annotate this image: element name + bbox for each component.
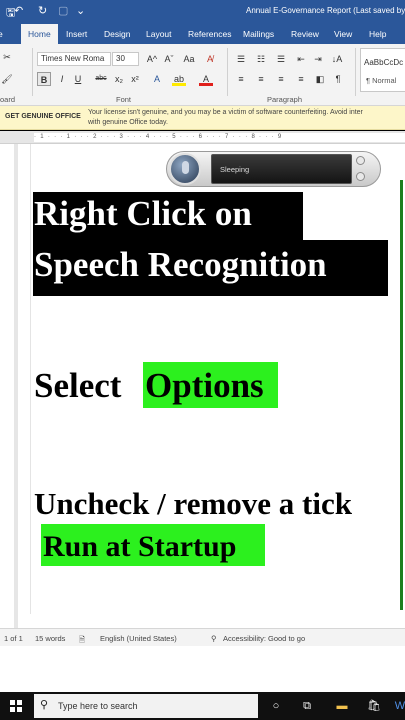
status-bar: 1 of 1 15 words 🗎 English (United States… — [0, 628, 405, 646]
show-formatting-button[interactable]: ¶ — [331, 72, 345, 86]
accessibility-status[interactable]: Accessibility: Good to go — [223, 634, 305, 643]
align-right-icon[interactable]: ≡ — [274, 72, 288, 86]
sort-button[interactable]: ↓A — [330, 52, 344, 66]
clear-formatting-icon[interactable]: A̸ — [203, 52, 217, 66]
speech-recognition-widget[interactable]: Sleeping — [166, 151, 381, 187]
touch-mode-icon[interactable]: ▢ — [58, 4, 68, 17]
font-color-button[interactable]: A — [199, 72, 213, 86]
tab-view[interactable]: View — [334, 24, 352, 44]
doc-line-select: Select — [34, 366, 122, 405]
doc-line-options: Options — [145, 366, 264, 405]
undo-icon[interactable]: ↶ — [14, 4, 23, 17]
strikethrough-button[interactable]: abc — [94, 72, 108, 86]
word-count[interactable]: 15 words — [35, 634, 65, 643]
decrease-indent-icon[interactable]: ⇤ — [294, 52, 308, 66]
multilevel-list-icon[interactable]: ☰ — [274, 52, 288, 66]
underline-button[interactable]: U — [71, 72, 85, 86]
language-status[interactable]: English (United States) — [100, 634, 177, 643]
style-normal[interactable]: ¶ Normal — [366, 76, 396, 85]
style-preview: AaBbCcDc — [364, 58, 404, 67]
document-canvas[interactable]: Right Click on Speech Recognition Select… — [0, 144, 405, 628]
search-icon: ⚲ — [40, 699, 49, 711]
italic-button[interactable]: I — [55, 72, 69, 86]
redo-icon[interactable]: ↻ — [38, 4, 47, 17]
paragraph-group-label: Paragraph — [267, 95, 303, 104]
increase-indent-icon[interactable]: ⇥ — [311, 52, 325, 66]
font-group-label: Font — [116, 95, 132, 104]
text-effects-icon[interactable]: A — [150, 72, 164, 86]
tab-help[interactable]: Help — [369, 24, 386, 44]
genuine-office-banner: GET GENUINE OFFICE Your license isn't ge… — [0, 106, 405, 130]
bold-button[interactable]: B — [37, 72, 51, 86]
file-explorer-icon[interactable]: ▬ — [334, 698, 350, 714]
customize-toolbar-icon[interactable]: ⌄ — [76, 4, 85, 17]
subscript-button[interactable]: x₂ — [112, 72, 126, 86]
font-name-select[interactable]: Times New Roma — [37, 52, 111, 66]
speech-status-panel: Sleeping — [211, 154, 352, 184]
tab-layout[interactable]: Layout — [146, 24, 172, 44]
tab-design[interactable]: Design — [104, 24, 130, 44]
horizontal-ruler[interactable]: · 1 · · · 1 · · · 2 · · · 3 · · · 4 · · … — [0, 131, 405, 144]
change-case-button[interactable]: Aa — [182, 52, 196, 66]
vertical-ruler — [14, 144, 18, 628]
cortana-icon[interactable]: ○ — [268, 698, 284, 714]
doc-line-uncheck: Uncheck / remove a tick — [34, 486, 352, 521]
doc-line-right-click: Right Click on — [34, 194, 252, 233]
microphone-icon — [182, 161, 189, 174]
windows-start-icon[interactable] — [10, 700, 22, 712]
font-size-select[interactable]: 30 — [112, 52, 139, 66]
cut-icon[interactable]: ✂ — [0, 50, 14, 64]
doc-line-run-at-startup: Run at Startup — [43, 530, 237, 563]
tab-mailings[interactable]: Mailings — [243, 24, 274, 44]
title-bar: 🖫 ↶ ↻ ▢ ⌄ Annual E-Governance Report (La… — [0, 0, 405, 24]
ruler-marks: · 1 · · · 1 · · · 2 · · · 3 · · · 4 · · … — [34, 133, 405, 142]
format-painter-icon[interactable]: 🖌 — [0, 72, 14, 86]
accessibility-icon: ⚲ — [211, 634, 217, 643]
banner-message: Your license isn't genuine, and you may … — [88, 109, 363, 126]
bullets-icon[interactable]: ☰ — [234, 52, 248, 66]
justify-icon[interactable]: ≡ — [294, 72, 308, 86]
numbering-icon[interactable]: ☷ — [254, 52, 268, 66]
tab-home[interactable]: Home — [21, 24, 58, 44]
window-title: Annual E-Governance Report (Last saved b… — [246, 6, 405, 15]
page-count[interactable]: 1 of 1 — [4, 634, 23, 643]
search-placeholder: Type here to search — [58, 701, 138, 711]
highlight-button[interactable]: ab — [172, 72, 186, 86]
task-view-icon[interactable]: ⧉ — [299, 698, 315, 714]
superscript-button[interactable]: x² — [128, 72, 142, 86]
tab-review[interactable]: Review — [291, 24, 319, 44]
tab-insert[interactable]: Insert — [66, 24, 87, 44]
banner-label: GET GENUINE OFFICE — [5, 113, 81, 120]
tab-file[interactable]: e — [0, 24, 3, 44]
taskbar: ⚲ Type here to search ○ ⧉ ▬ 🛍 W — [0, 692, 405, 720]
speech-status-text: Sleeping — [220, 165, 250, 174]
tab-references[interactable]: References — [188, 24, 231, 44]
grow-font-button[interactable]: A^ — [145, 52, 159, 66]
clipboard-group-label: oard — [0, 95, 16, 104]
taskbar-search[interactable]: ⚲ Type here to search — [34, 694, 258, 718]
doc-line-speech-recognition: Speech Recognition — [34, 245, 327, 284]
word-taskbar-icon[interactable]: W — [392, 698, 405, 714]
align-center-icon[interactable]: ≡ — [254, 72, 268, 86]
microphone-button[interactable] — [169, 153, 201, 185]
speech-minimize-icon[interactable] — [356, 172, 365, 181]
shading-icon[interactable]: ◧ — [313, 72, 327, 86]
ribbon: ✂ 🖌 Times New Roma 30 A^ Aˇ Aa A̸ B I U … — [0, 44, 405, 106]
styles-gallery[interactable]: AaBbCcDc ¶ Normal — [360, 48, 405, 92]
align-left-icon[interactable]: ≡ — [234, 72, 248, 86]
ribbon-tabs: e Home Insert Design Layout References M… — [0, 24, 405, 44]
speech-close-icon[interactable] — [356, 156, 365, 165]
shrink-font-button[interactable]: Aˇ — [162, 52, 176, 66]
store-icon[interactable]: 🛍 — [366, 698, 382, 714]
